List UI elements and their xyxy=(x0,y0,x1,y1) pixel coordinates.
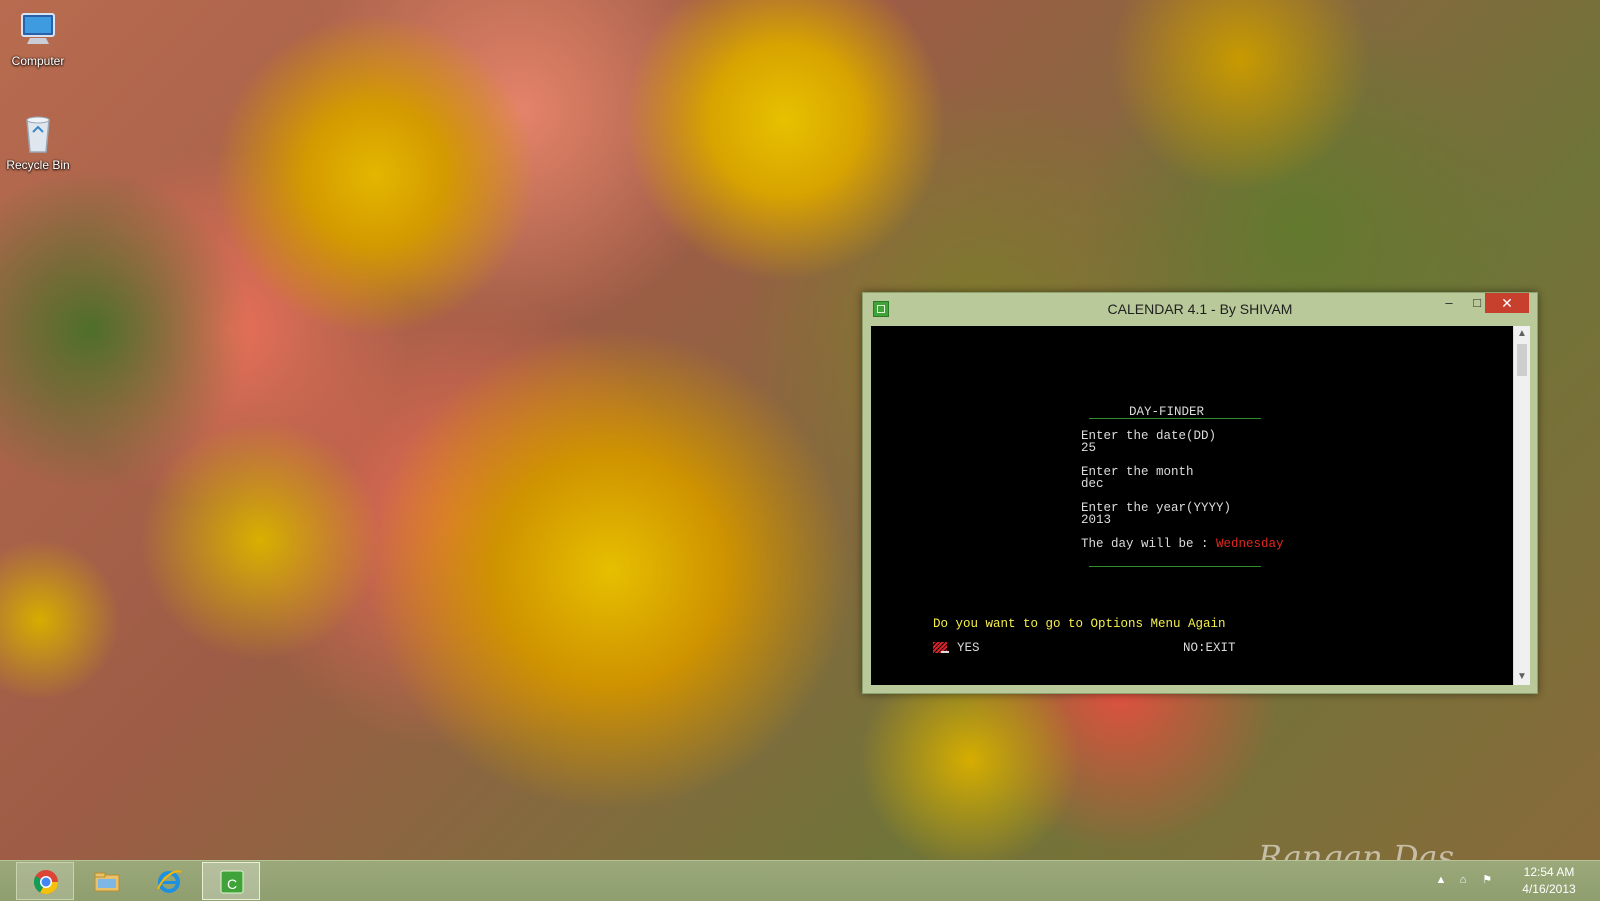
taskbar-file-explorer-button[interactable] xyxy=(78,862,136,900)
computer-icon xyxy=(16,8,60,52)
chrome-icon xyxy=(32,868,60,896)
taskbar-chrome-button[interactable] xyxy=(16,862,74,900)
console-output[interactable]: DAY-FINDER Enter the date(DD) 25 Enter t… xyxy=(871,326,1513,685)
chevron-up-icon[interactable]: ▲ xyxy=(1434,873,1448,887)
scroll-up-arrow-icon[interactable]: ▲ xyxy=(1514,326,1530,342)
file-explorer-icon xyxy=(93,867,121,895)
clock-date[interactable]: 4/16/2013 xyxy=(1504,882,1594,896)
result-day: Wednesday xyxy=(1216,537,1284,551)
recycle-bin-icon xyxy=(16,112,60,156)
year-value: 2013 xyxy=(1081,513,1112,527)
yes-option[interactable]: YES xyxy=(957,642,980,655)
calendar-app-icon: C xyxy=(218,868,246,896)
cursor-underscore xyxy=(941,651,949,653)
taskbar-calendar-button[interactable]: C xyxy=(202,862,260,900)
vertical-scrollbar[interactable]: ▲ ▼ xyxy=(1513,326,1530,685)
minimize-button[interactable]: – xyxy=(1435,293,1463,313)
network-icon[interactable]: ⌂ xyxy=(1456,873,1470,887)
date-prompt: Enter the date(DD) xyxy=(1081,429,1217,443)
svg-text:C: C xyxy=(227,876,237,892)
desktop-icon-label: Computer xyxy=(11,54,65,68)
calendar-window[interactable]: CALENDAR 4.1 - By SHIVAM – □ ✕ DAY-FINDE… xyxy=(862,292,1538,694)
desktop-icon-computer[interactable]: Computer xyxy=(0,8,76,68)
scroll-thumb[interactable] xyxy=(1517,344,1527,376)
window-titlebar[interactable]: CALENDAR 4.1 - By SHIVAM – □ ✕ xyxy=(863,293,1537,325)
close-button[interactable]: ✕ xyxy=(1485,293,1529,313)
heading-rule-bottom xyxy=(1089,566,1261,567)
clock-time[interactable]: 12:54 AM xyxy=(1504,865,1594,879)
result-prompt: The day will be : xyxy=(1081,537,1217,551)
no-exit-option[interactable]: NO:EXIT xyxy=(1183,642,1236,655)
month-value: dec xyxy=(1081,477,1104,491)
taskbar: C ▲ ⌂ ⚑ 12:54 AM 4/16/2013 xyxy=(0,860,1600,901)
taskbar-internet-explorer-button[interactable] xyxy=(140,862,198,900)
scroll-down-arrow-icon[interactable]: ▼ xyxy=(1514,669,1530,685)
internet-explorer-icon xyxy=(155,867,183,895)
console-heading: DAY-FINDER xyxy=(1129,405,1205,419)
desktop-icon-recycle-bin[interactable]: Recycle Bin xyxy=(0,112,76,172)
desktop-icon-label: Recycle Bin xyxy=(6,158,70,172)
action-center-flag-icon[interactable]: ⚑ xyxy=(1480,873,1494,887)
date-value: 25 xyxy=(1081,441,1097,455)
options-question: Do you want to go to Options Menu Again xyxy=(933,617,1226,631)
result-line: The day will be : Wednesday xyxy=(1081,538,1284,551)
